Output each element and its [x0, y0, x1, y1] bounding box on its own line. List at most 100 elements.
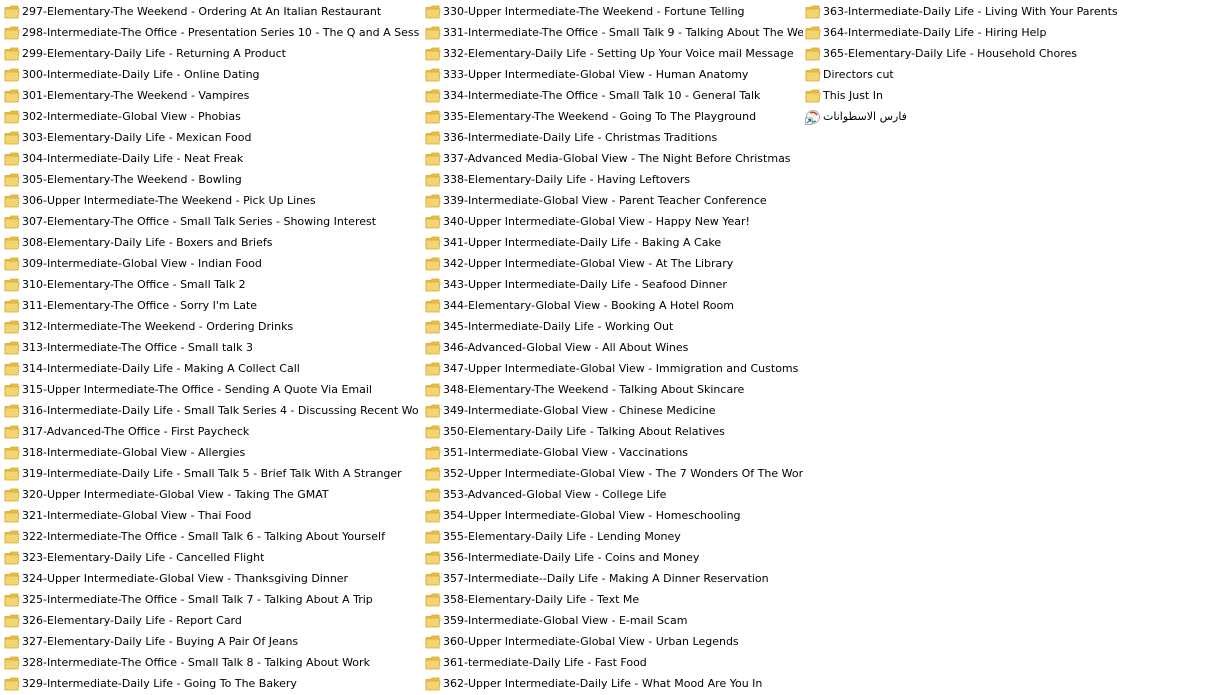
folder-item[interactable]: This Just In	[805, 85, 1200, 106]
folder-item[interactable]: 306-Upper Intermediate-The Weekend - Pic…	[4, 190, 419, 211]
folder-icon	[4, 109, 20, 125]
folder-item[interactable]: 330-Upper Intermediate-The Weekend - For…	[425, 1, 803, 22]
folder-item[interactable]: 307-Elementary-The Office - Small Talk S…	[4, 211, 419, 232]
folder-item[interactable]: 329-Intermediate-Daily Life - Going To T…	[4, 673, 419, 694]
folder-item[interactable]: 311-Elementary-The Office - Sorry I'm La…	[4, 295, 419, 316]
item-label: 332-Elementary-Daily Life - Setting Up Y…	[443, 46, 794, 60]
folder-item[interactable]: 310-Elementary-The Office - Small Talk 2	[4, 274, 419, 295]
folder-icon	[425, 256, 441, 272]
folder-item[interactable]: 320-Upper Intermediate-Global View - Tak…	[4, 484, 419, 505]
folder-item[interactable]: 325-Intermediate-The Office - Small Talk…	[4, 589, 419, 610]
folder-item[interactable]: 349-Intermediate-Global View - Chinese M…	[425, 400, 803, 421]
folder-item[interactable]: 361-termediate-Daily Life - Fast Food	[425, 652, 803, 673]
file-column-3: 363-Intermediate-Daily Life - Living Wit…	[805, 1, 1200, 127]
folder-item[interactable]: 350-Elementary-Daily Life - Talking Abou…	[425, 421, 803, 442]
folder-item[interactable]: 304-Intermediate-Daily Life - Neat Freak	[4, 148, 419, 169]
shortcut-item[interactable]: فارس الاسطوانات	[805, 106, 1200, 127]
folder-item[interactable]: 314-Intermediate-Daily Life - Making A C…	[4, 358, 419, 379]
folder-item[interactable]: 365-Elementary-Daily Life - Household Ch…	[805, 43, 1200, 64]
folder-item[interactable]: 332-Elementary-Daily Life - Setting Up Y…	[425, 43, 803, 64]
folder-item[interactable]: 353-Advanced-Global View - College Life	[425, 484, 803, 505]
folder-item[interactable]: Directors cut	[805, 64, 1200, 85]
folder-item[interactable]: 318-Intermediate-Global View - Allergies	[4, 442, 419, 463]
item-label: 361-termediate-Daily Life - Fast Food	[443, 655, 647, 669]
item-label: 322-Intermediate-The Office - Small Talk…	[22, 529, 385, 543]
folder-item[interactable]: 346-Advanced-Global View - All About Win…	[425, 337, 803, 358]
folder-item[interactable]: 362-Upper Intermediate-Daily Life - What…	[425, 673, 803, 694]
folder-item[interactable]: 297-Elementary-The Weekend - Ordering At…	[4, 1, 419, 22]
folder-icon	[4, 550, 20, 566]
folder-item[interactable]: 354-Upper Intermediate-Global View - Hom…	[425, 505, 803, 526]
folder-item[interactable]: 328-Intermediate-The Office - Small Talk…	[4, 652, 419, 673]
folder-item[interactable]: 309-Intermediate-Global View - Indian Fo…	[4, 253, 419, 274]
folder-item[interactable]: 340-Upper Intermediate-Global View - Hap…	[425, 211, 803, 232]
folder-item[interactable]: 315-Upper Intermediate-The Office - Send…	[4, 379, 419, 400]
folder-item[interactable]: 339-Intermediate-Global View - Parent Te…	[425, 190, 803, 211]
folder-item[interactable]: 356-Intermediate-Daily Life - Coins and …	[425, 547, 803, 568]
folder-item[interactable]: 345-Intermediate-Daily Life - Working Ou…	[425, 316, 803, 337]
item-label: فارس الاسطوانات	[823, 109, 907, 123]
folder-item[interactable]: 355-Elementary-Daily Life - Lending Mone…	[425, 526, 803, 547]
folder-item[interactable]: 348-Elementary-The Weekend - Talking Abo…	[425, 379, 803, 400]
folder-item[interactable]: 351-Intermediate-Global View - Vaccinati…	[425, 442, 803, 463]
folder-icon	[4, 130, 20, 146]
folder-item[interactable]: 359-Intermediate-Global View - E-mail Sc…	[425, 610, 803, 631]
folder-icon	[4, 592, 20, 608]
item-label: 323-Elementary-Daily Life - Cancelled Fl…	[22, 550, 265, 564]
folder-icon	[425, 655, 441, 671]
folder-item[interactable]: 357-Intermediate--Daily Life - Making A …	[425, 568, 803, 589]
folder-item[interactable]: 336-Intermediate-Daily Life - Christmas …	[425, 127, 803, 148]
folder-item[interactable]: 317-Advanced-The Office - First Paycheck	[4, 421, 419, 442]
folder-item[interactable]: 352-Upper Intermediate-Global View - The…	[425, 463, 803, 484]
item-label: 349-Intermediate-Global View - Chinese M…	[443, 403, 716, 417]
folder-item[interactable]: 321-Intermediate-Global View - Thai Food	[4, 505, 419, 526]
file-column-1: 297-Elementary-The Weekend - Ordering At…	[4, 1, 419, 694]
folder-item[interactable]: 299-Elementary-Daily Life - Returning A …	[4, 43, 419, 64]
folder-item[interactable]: 298-Intermediate-The Office - Presentati…	[4, 22, 419, 43]
folder-icon	[425, 466, 441, 482]
folder-item[interactable]: 301-Elementary-The Weekend - Vampires	[4, 85, 419, 106]
folder-item[interactable]: 331-Intermediate-The Office - Small Talk…	[425, 22, 803, 43]
folder-item[interactable]: 360-Upper Intermediate-Global View - Urb…	[425, 631, 803, 652]
folder-item[interactable]: 303-Elementary-Daily Life - Mexican Food	[4, 127, 419, 148]
folder-icon	[4, 655, 20, 671]
item-label: 348-Elementary-The Weekend - Talking Abo…	[443, 382, 745, 396]
folder-item[interactable]: 335-Elementary-The Weekend - Going To Th…	[425, 106, 803, 127]
item-label: 315-Upper Intermediate-The Office - Send…	[22, 382, 372, 396]
folder-icon	[425, 424, 441, 440]
folder-item[interactable]: 316-Intermediate-Daily Life - Small Talk…	[4, 400, 419, 421]
item-label: 301-Elementary-The Weekend - Vampires	[22, 88, 250, 102]
item-label: 355-Elementary-Daily Life - Lending Mone…	[443, 529, 681, 543]
folder-item[interactable]: 334-Intermediate-The Office - Small Talk…	[425, 85, 803, 106]
item-label: 358-Elementary-Daily Life - Text Me	[443, 592, 640, 606]
folder-item[interactable]: 337-Advanced Media-Global View - The Nig…	[425, 148, 803, 169]
folder-icon	[425, 634, 441, 650]
folder-item[interactable]: 323-Elementary-Daily Life - Cancelled Fl…	[4, 547, 419, 568]
folder-item[interactable]: 358-Elementary-Daily Life - Text Me	[425, 589, 803, 610]
folder-item[interactable]: 319-Intermediate-Daily Life - Small Talk…	[4, 463, 419, 484]
folder-item[interactable]: 343-Upper Intermediate-Daily Life - Seaf…	[425, 274, 803, 295]
folder-item[interactable]: 322-Intermediate-The Office - Small Talk…	[4, 526, 419, 547]
folder-item[interactable]: 347-Upper Intermediate-Global View - Imm…	[425, 358, 803, 379]
folder-item[interactable]: 341-Upper Intermediate-Daily Life - Baki…	[425, 232, 803, 253]
folder-item[interactable]: 333-Upper Intermediate-Global View - Hum…	[425, 64, 803, 85]
folder-item[interactable]: 364-Intermediate-Daily Life - Hiring Hel…	[805, 22, 1200, 43]
folder-item[interactable]: 363-Intermediate-Daily Life - Living Wit…	[805, 1, 1200, 22]
folder-item[interactable]: 312-Intermediate-The Weekend - Ordering …	[4, 316, 419, 337]
folder-item[interactable]: 302-Intermediate-Global View - Phobias	[4, 106, 419, 127]
folder-item[interactable]: 313-Intermediate-The Office - Small talk…	[4, 337, 419, 358]
folder-item[interactable]: 308-Elementary-Daily Life - Boxers and B…	[4, 232, 419, 253]
folder-item[interactable]: 344-Elementary-Global View - Booking A H…	[425, 295, 803, 316]
folder-item[interactable]: 338-Elementary-Daily Life - Having Lefto…	[425, 169, 803, 190]
folder-item[interactable]: 300-Intermediate-Daily Life - Online Dat…	[4, 64, 419, 85]
item-label: 310-Elementary-The Office - Small Talk 2	[22, 277, 246, 291]
folder-icon	[425, 4, 441, 20]
folder-item[interactable]: 326-Elementary-Daily Life - Report Card	[4, 610, 419, 631]
folder-icon	[425, 46, 441, 62]
folder-item[interactable]: 342-Upper Intermediate-Global View - At …	[425, 253, 803, 274]
folder-icon	[4, 613, 20, 629]
shortcut-icon	[805, 109, 821, 125]
folder-item[interactable]: 324-Upper Intermediate-Global View - Tha…	[4, 568, 419, 589]
folder-item[interactable]: 327-Elementary-Daily Life - Buying A Pai…	[4, 631, 419, 652]
folder-item[interactable]: 305-Elementary-The Weekend - Bowling	[4, 169, 419, 190]
